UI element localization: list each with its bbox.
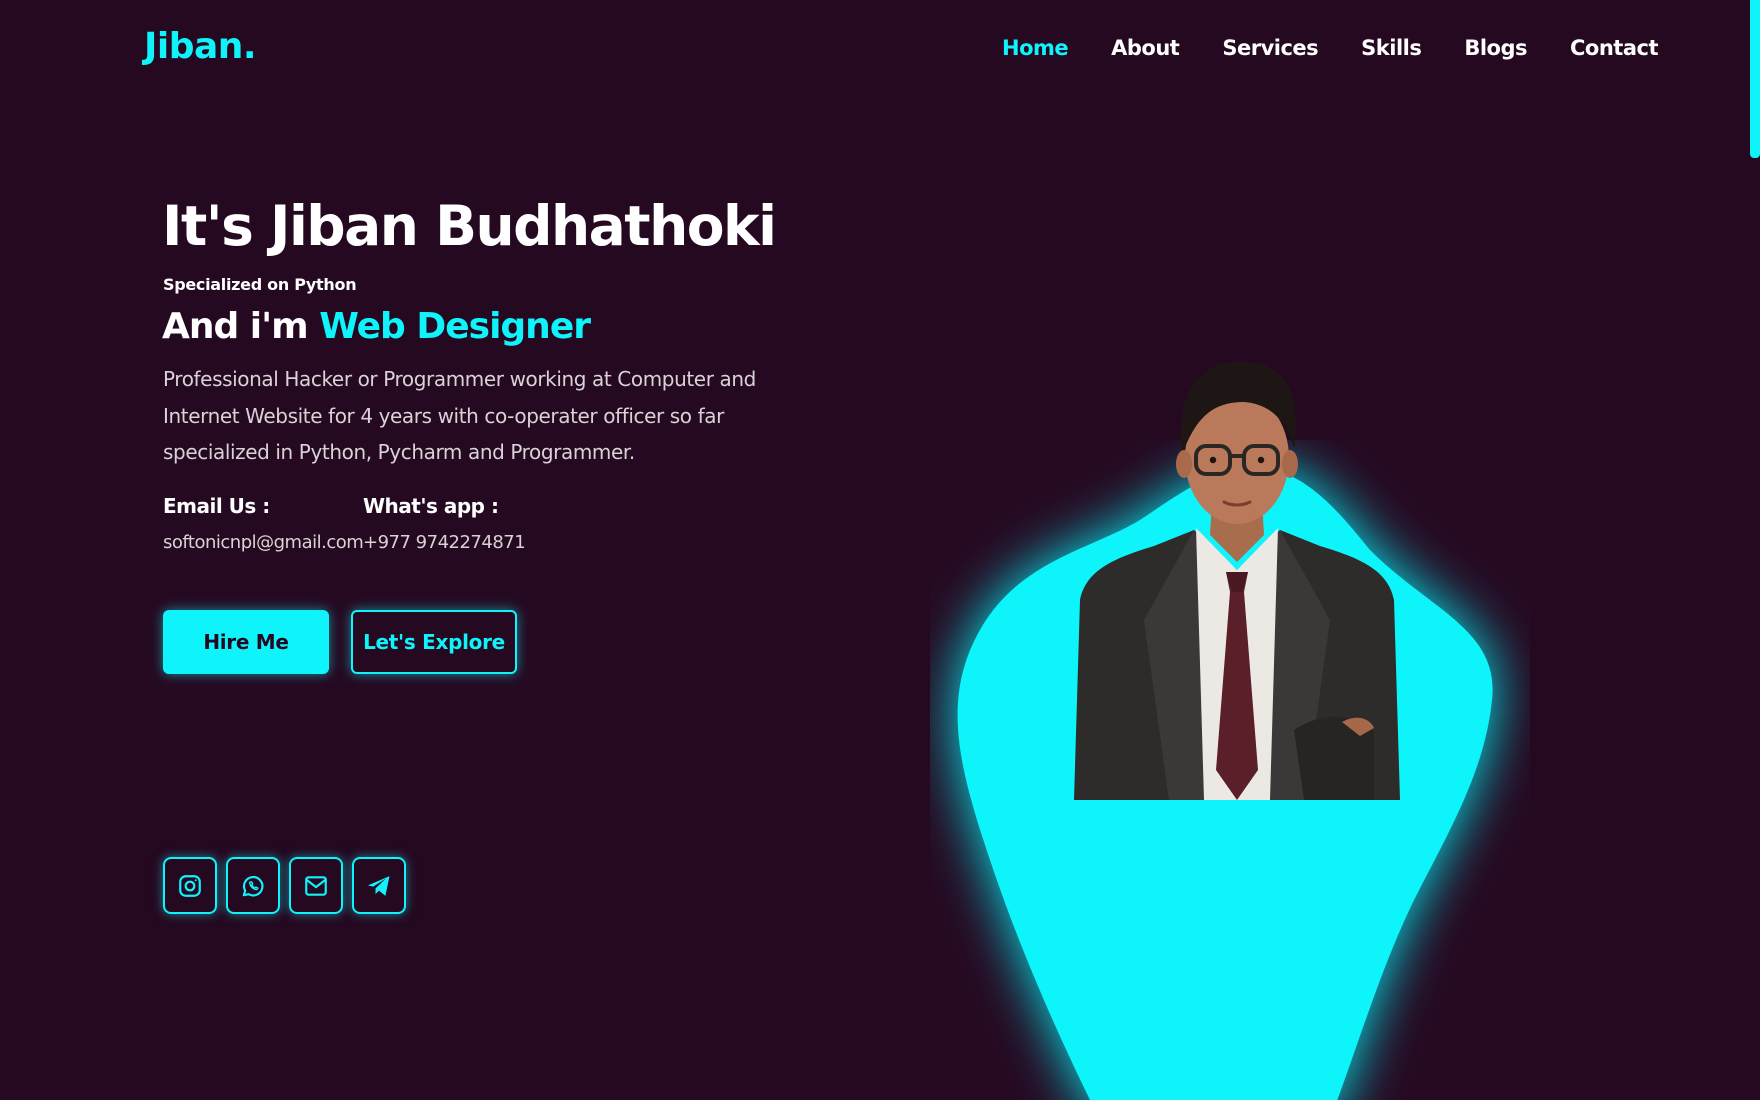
role-accent: Web Designer	[319, 306, 591, 347]
profile-photo	[1074, 361, 1400, 800]
email-block: Email Us : softonicnpl@gmail.com	[163, 494, 364, 553]
whatsapp-button[interactable]	[226, 857, 280, 914]
hire-me-button[interactable]: Hire Me	[163, 610, 329, 674]
whatsapp-value: +977 9742274871	[363, 532, 526, 553]
email-label: Email Us :	[163, 494, 270, 518]
role-prefix: And i'm	[162, 306, 320, 347]
main-nav: Home About Services Skills Blogs Contact	[1002, 36, 1659, 60]
hero-role: And i'm Web Designer	[162, 306, 591, 347]
nav-contact[interactable]: Contact	[1570, 36, 1659, 60]
whatsapp-icon	[242, 875, 264, 897]
nav-about[interactable]: About	[1111, 36, 1180, 60]
nav-blogs[interactable]: Blogs	[1464, 36, 1527, 60]
nav-home[interactable]: Home	[1002, 36, 1069, 60]
whatsapp-label: What's app :	[363, 494, 499, 518]
scrollbar-thumb[interactable]	[1750, 0, 1760, 158]
hero-description: Professional Hacker or Programmer workin…	[163, 367, 756, 464]
hero-subtitle: Specialized on Python	[163, 275, 357, 294]
instagram-icon	[179, 874, 201, 897]
email-value: softonicnpl@gmail.com	[163, 532, 364, 553]
whatsapp-block: What's app : +977 9742274871	[363, 494, 526, 553]
hero-title: It's Jiban Budhathoki	[162, 194, 777, 258]
nav-services[interactable]: Services	[1222, 36, 1318, 60]
lets-explore-button[interactable]: Let's Explore	[351, 610, 517, 674]
page: Jiban. Home About Services Skills Blogs …	[0, 0, 1760, 1100]
telegram-button[interactable]	[352, 857, 406, 914]
mail-button[interactable]	[289, 857, 343, 914]
logo[interactable]: Jiban.	[144, 26, 257, 67]
telegram-icon	[367, 875, 390, 896]
social-links	[163, 857, 406, 914]
instagram-button[interactable]	[163, 857, 217, 914]
scrollbar-track[interactable]	[1750, 0, 1760, 1100]
mail-icon	[305, 875, 327, 896]
nav-skills[interactable]: Skills	[1361, 36, 1422, 60]
